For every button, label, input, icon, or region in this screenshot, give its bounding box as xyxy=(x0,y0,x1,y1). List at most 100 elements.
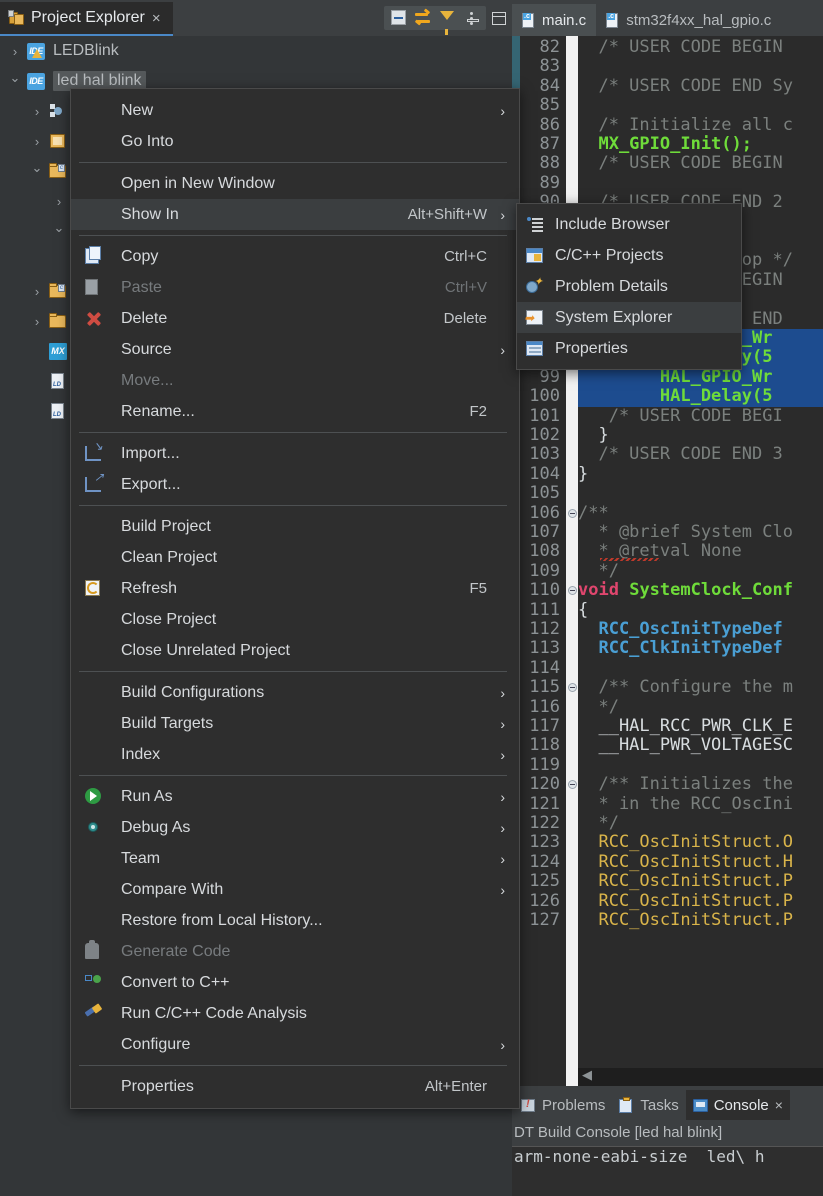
chevron-right-icon[interactable] xyxy=(48,194,70,209)
menu-item-delete[interactable]: DeleteDelete xyxy=(71,303,519,334)
code-line[interactable]: RCC_OscInitStruct.P xyxy=(578,892,793,911)
submenu-item-problem-details[interactable]: Problem Details xyxy=(517,271,741,302)
code-line[interactable]: /* Initialize all c xyxy=(578,116,793,135)
bottom-tab-tasks[interactable]: Tasks xyxy=(612,1090,685,1120)
console-output[interactable]: arm-none-eabi-size led\ h xyxy=(512,1146,823,1196)
code-line[interactable]: /** xyxy=(578,504,609,523)
menu-item-build-configurations[interactable]: Build Configurations› xyxy=(71,677,519,708)
code-line[interactable]: void SystemClock_Conf xyxy=(578,581,793,600)
editor-tab-stm32f4xx-hal-gpio-c[interactable]: stm32f4xx_hal_gpio.c xyxy=(596,4,781,36)
menu-item-show-in[interactable]: Show InAlt+Shift+W› xyxy=(71,199,519,230)
menu-item-build-project[interactable]: Build Project xyxy=(71,511,519,542)
bottom-panel-tabbar[interactable]: ProblemsTasksConsole× xyxy=(512,1086,823,1120)
code-line[interactable]: HAL_GPIO_Wr xyxy=(578,368,772,387)
menu-item-generate-code: Generate Code xyxy=(71,936,519,967)
code-line[interactable]: } xyxy=(578,465,588,484)
editor-folding-strip[interactable] xyxy=(566,36,578,1086)
code-line[interactable]: /* USER CODE END 3 xyxy=(578,445,783,464)
menu-item-close-project[interactable]: Close Project xyxy=(71,604,519,635)
menu-item-rename[interactable]: Rename...F2 xyxy=(71,396,519,427)
minimize-icon[interactable] xyxy=(460,7,486,29)
chevron-right-icon[interactable] xyxy=(4,44,26,59)
menu-item-index[interactable]: Index› xyxy=(71,739,519,770)
code-line[interactable]: */ xyxy=(578,814,619,833)
code-line[interactable]: RCC_OscInitTypeDef xyxy=(578,620,783,639)
code-line[interactable]: __HAL_PWR_VOLTAGESC xyxy=(578,736,793,755)
code-line[interactable]: /* USER CODE END Sy xyxy=(578,77,793,96)
code-line[interactable]: /* USER CODE BEGI xyxy=(578,407,783,426)
menu-item-run-c-c-code-analysis[interactable]: Run C/C++ Code Analysis xyxy=(71,998,519,1029)
code-line[interactable]: /* USER CODE BEGIN xyxy=(578,154,783,173)
chevron-right-icon[interactable] xyxy=(26,134,48,149)
line-number: 117 xyxy=(529,717,560,736)
menu-item-refresh[interactable]: RefreshF5 xyxy=(71,573,519,604)
collapse-all-icon[interactable] xyxy=(387,7,411,29)
menu-item-import[interactable]: Import... xyxy=(71,438,519,469)
link-with-editor-icon[interactable] xyxy=(411,7,435,29)
code-line[interactable]: /* USER CODE BEGIN xyxy=(578,38,783,57)
submenu-item-properties[interactable]: Properties xyxy=(517,333,741,364)
code-line[interactable]: { xyxy=(578,601,588,620)
code-line[interactable]: RCC_OscInitStruct.P xyxy=(578,872,793,891)
chevron-right-icon[interactable] xyxy=(26,314,48,329)
editor-tabbar[interactable]: main.cstm32f4xx_hal_gpio.c xyxy=(512,0,823,36)
menu-item-copy[interactable]: CopyCtrl+C xyxy=(71,241,519,272)
code-line[interactable]: RCC_OscInitStruct.O xyxy=(578,833,793,852)
chevron-right-icon[interactable] xyxy=(26,104,48,119)
menu-item-properties[interactable]: PropertiesAlt+Enter xyxy=(71,1071,519,1102)
submenu-item-include-browser[interactable]: Include Browser xyxy=(517,209,741,240)
menu-item-run-as[interactable]: Run As› xyxy=(71,781,519,812)
code-line[interactable]: RCC_OscInitStruct.H xyxy=(578,853,793,872)
code-line[interactable]: } xyxy=(578,426,609,445)
menu-item-clean-project[interactable]: Clean Project xyxy=(71,542,519,573)
submenu-item-system-explorer[interactable]: System Explorer xyxy=(517,302,741,333)
chevron-down-icon[interactable] xyxy=(26,163,48,179)
menu-item-restore-from-local-history[interactable]: Restore from Local History... xyxy=(71,905,519,936)
editor-source-text[interactable]: /* USER CODE BEGIN /* USER CODE END Sy /… xyxy=(578,36,823,1086)
menu-item-debug-as[interactable]: Debug As› xyxy=(71,812,519,843)
project-context-menu[interactable]: New›Go Into Open in New WindowShow InAlt+… xyxy=(70,88,520,1109)
bottom-tab-console[interactable]: Console× xyxy=(686,1090,790,1120)
tab-project-explorer[interactable]: Project Explorer × xyxy=(0,2,173,36)
menu-item-icon-slot xyxy=(71,174,121,194)
code-line[interactable]: __HAL_RCC_PWR_CLK_E xyxy=(578,717,793,736)
show-in-submenu[interactable]: Include Browser C/C++ ProjectsProblem Det… xyxy=(516,203,742,370)
tree-item[interactable]: IDELEDBlink xyxy=(0,36,512,66)
menu-item-build-targets[interactable]: Build Targets› xyxy=(71,708,519,739)
code-line[interactable]: /** Initializes the xyxy=(578,775,793,794)
filter-icon[interactable] xyxy=(435,7,459,29)
maximize-icon[interactable] xyxy=(486,7,512,29)
menu-item-convert-to-c[interactable]: Convert to C++ xyxy=(71,967,519,998)
chevron-right-icon: › xyxy=(491,851,505,867)
code-line[interactable]: */ xyxy=(578,698,619,717)
close-icon[interactable]: × xyxy=(775,1097,783,1113)
code-line[interactable]: RCC_ClkInitTypeDef xyxy=(578,639,783,658)
chevron-right-icon[interactable] xyxy=(26,284,48,299)
menu-item-new[interactable]: New› xyxy=(71,95,519,126)
submenu-item-label: Include Browser xyxy=(555,216,670,234)
code-line[interactable]: * in the RCC_OscIni xyxy=(578,795,793,814)
menu-item-compare-with[interactable]: Compare With› xyxy=(71,874,519,905)
menu-item-export[interactable]: Export... xyxy=(71,469,519,500)
fold-marker-icon[interactable] xyxy=(568,509,577,518)
code-line[interactable]: * @brief System Clo xyxy=(578,523,793,542)
bottom-tab-problems[interactable]: Problems xyxy=(514,1090,612,1120)
code-line[interactable]: MX_GPIO_Init(); xyxy=(578,135,752,154)
submenu-item-c-c-projects[interactable]: C/C++ Projects xyxy=(517,240,741,271)
menu-item-close-unrelated-project[interactable]: Close Unrelated Project xyxy=(71,635,519,666)
code-line[interactable]: /** Configure the m xyxy=(578,678,793,697)
menu-item-icon-slot xyxy=(71,849,121,869)
editor-tab-main-c[interactable]: main.c xyxy=(512,4,596,36)
code-line[interactable]: RCC_OscInitStruct.P xyxy=(578,911,793,930)
menu-item-team[interactable]: Team› xyxy=(71,843,519,874)
editor-horizontal-scrollbar[interactable] xyxy=(578,1068,823,1086)
menu-item-open-in-new-window[interactable]: Open in New Window xyxy=(71,168,519,199)
menu-item-go-into[interactable]: Go Into xyxy=(71,126,519,157)
close-icon[interactable]: × xyxy=(152,11,161,26)
chevron-down-icon[interactable] xyxy=(4,73,26,89)
code-line[interactable]: HAL_Delay(5 xyxy=(578,387,772,406)
code-line[interactable]: */ xyxy=(578,562,619,581)
chevron-down-icon[interactable] xyxy=(48,223,70,239)
menu-item-configure[interactable]: Configure› xyxy=(71,1029,519,1060)
menu-item-source[interactable]: Source› xyxy=(71,334,519,365)
